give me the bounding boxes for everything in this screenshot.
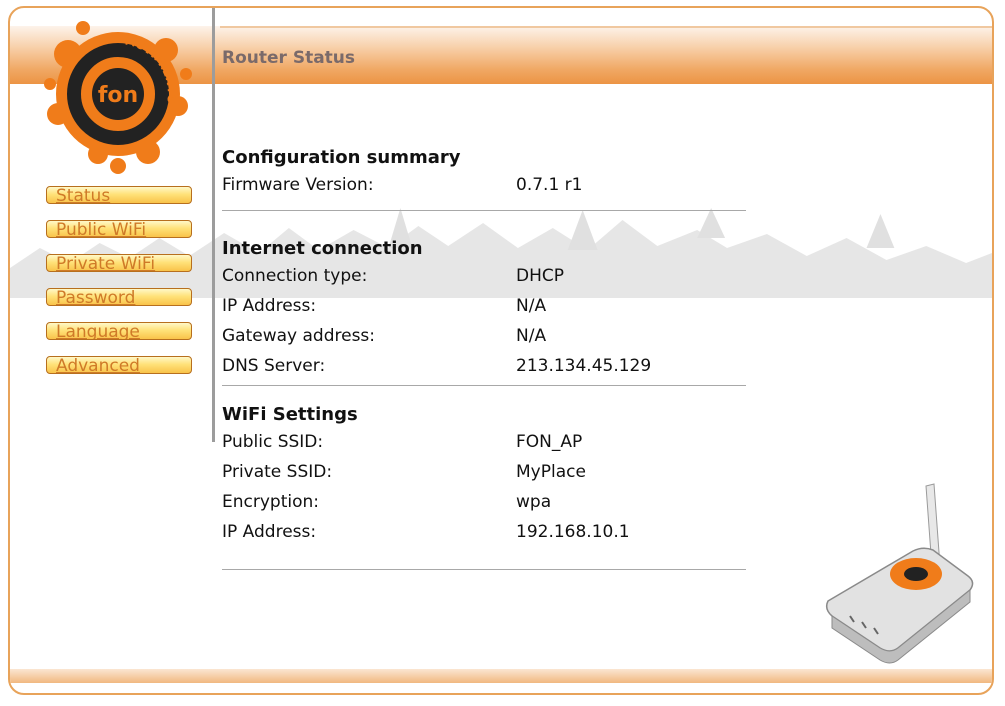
row-value: N/A: [516, 296, 547, 316]
row-label: IP Address:: [222, 296, 317, 316]
wifi-section-title: WiFi Settings: [222, 404, 358, 425]
status-row: Public SSID: FON_AP: [222, 429, 746, 459]
status-row: Gateway address: N/A: [222, 323, 746, 353]
status-content: Configuration summary Firmware Version: …: [222, 144, 746, 570]
sidebar-divider: [212, 8, 215, 442]
page-title: Router Status: [222, 48, 356, 68]
nav-public-wifi[interactable]: Public WiFi: [46, 220, 192, 238]
row-value: 213.134.45.129: [516, 356, 652, 376]
row-label: Gateway address:: [222, 326, 376, 346]
page-frame: Router Status fon MOVIMIENTO Status Publ…: [8, 6, 994, 695]
status-row: Firmware Version: 0.7.1 r1: [222, 172, 746, 202]
nav-private-wifi[interactable]: Private WiFi: [46, 254, 192, 272]
row-value: 192.168.10.1: [516, 522, 630, 542]
status-row: Encryption: wpa: [222, 489, 746, 519]
status-row: IP Address: 192.168.10.1: [222, 519, 746, 549]
row-value: DHCP: [516, 266, 564, 286]
row-value: MyPlace: [516, 462, 586, 482]
row-value: N/A: [516, 326, 547, 346]
section-separator: [222, 569, 746, 570]
row-label: Firmware Version:: [222, 175, 374, 195]
row-label: DNS Server:: [222, 356, 326, 376]
nav-advanced[interactable]: Advanced: [46, 356, 192, 374]
fon-logo: fon MOVIMIENTO: [44, 21, 192, 174]
row-value: wpa: [516, 492, 552, 512]
nav-language[interactable]: Language: [46, 322, 192, 340]
footer-band: [10, 669, 992, 683]
row-label: Connection type:: [222, 266, 368, 286]
router-image: [825, 483, 974, 664]
nav-password[interactable]: Password: [46, 288, 192, 306]
row-value: 0.7.1 r1: [516, 175, 583, 195]
status-row: IP Address: N/A: [222, 293, 746, 323]
nav-status[interactable]: Status: [46, 186, 192, 204]
config-section-title: Configuration summary: [222, 147, 461, 168]
status-row: Private SSID: MyPlace: [222, 459, 746, 489]
internet-section-title: Internet connection: [222, 238, 423, 259]
row-label: IP Address:: [222, 522, 317, 542]
status-row: Connection type: DHCP: [222, 263, 746, 293]
sidebar-nav: Status Public WiFi Private WiFi Password…: [46, 186, 192, 390]
row-label: Public SSID:: [222, 432, 324, 452]
row-label: Encryption:: [222, 492, 319, 512]
row-value: FON_AP: [516, 432, 583, 452]
logo-text: fon: [98, 83, 138, 108]
header-top-line: [220, 26, 992, 28]
row-label: Private SSID:: [222, 462, 333, 482]
status-row: DNS Server: 213.134.45.129: [222, 353, 746, 383]
